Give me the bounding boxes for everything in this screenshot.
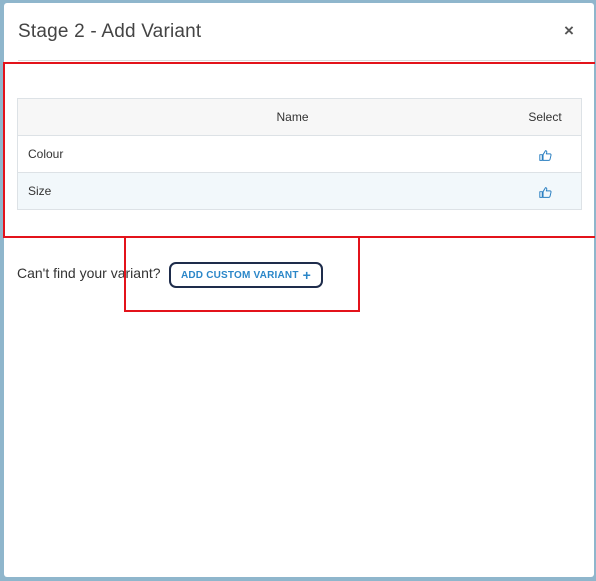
variant-name: Colour [28, 147, 64, 161]
modal-header: Stage 2 - Add Variant × [18, 3, 581, 61]
modal-title: Stage 2 - Add Variant [18, 21, 202, 42]
variant-table: Name Select Colour Size [17, 98, 582, 210]
select-cell [509, 146, 581, 162]
plus-icon[interactable]: + [303, 268, 311, 282]
close-icon[interactable]: × [564, 21, 574, 40]
column-header-select: Select [528, 110, 562, 124]
variant-name: Size [28, 184, 52, 198]
hand-pointer-icon[interactable] [538, 146, 552, 162]
select-cell [509, 183, 581, 199]
hand-pointer-icon[interactable] [538, 183, 552, 199]
cant-find-variant-text: Can't find your variant? [17, 265, 161, 281]
column-header-name: Name [276, 110, 309, 124]
add-custom-variant-button[interactable]: ADD CUSTOM VARIANT + [169, 262, 323, 288]
table-row: Size [18, 172, 581, 209]
modal-dialog: Stage 2 - Add Variant × Name Select Colo… [4, 3, 594, 577]
add-custom-variant-label[interactable]: ADD CUSTOM VARIANT [181, 270, 299, 281]
table-row: Colour [18, 135, 581, 172]
table-header-row: Name Select [18, 99, 581, 135]
close-button[interactable]: × [561, 21, 577, 40]
